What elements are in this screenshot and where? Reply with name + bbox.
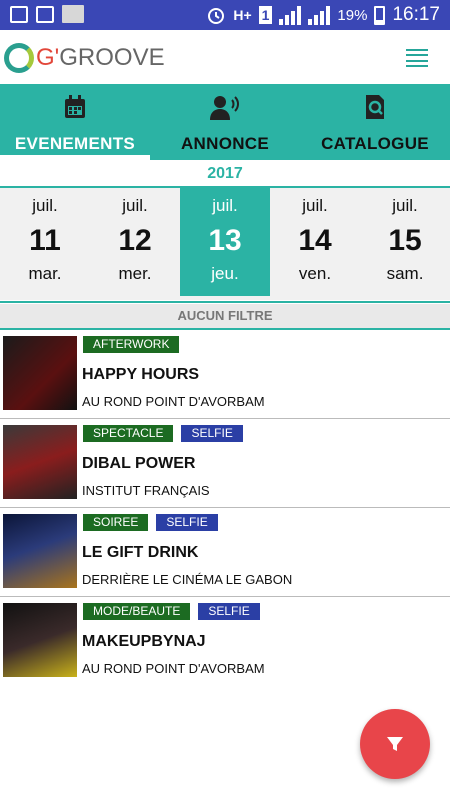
selfie-tag: SELFIE <box>181 425 243 442</box>
tab-annonce[interactable]: ANNONCE <box>150 84 300 160</box>
event-title: LE GIFT DRINK <box>82 544 199 561</box>
event-title: MAKEUPBYNAJ <box>82 633 206 650</box>
date-day: 11 <box>29 224 61 257</box>
event-place: INSTITUT FRANÇAIS <box>82 483 210 498</box>
list-item[interactable]: SPECTACLE SELFIE DIBAL POWER INSTITUT FR… <box>0 419 450 508</box>
date-picker: juil. 11 mar. juil. 12 mer. juil. 13 jeu… <box>0 188 450 300</box>
category-tag: SPECTACLE <box>83 425 174 442</box>
filter-label[interactable]: AUCUN FILTRE <box>0 304 450 328</box>
date-item[interactable]: juil. 11 mar. <box>0 188 90 296</box>
selfie-tag: SELFIE <box>156 514 218 531</box>
date-month: juil. <box>212 196 238 215</box>
active-tab-indicator <box>0 155 150 160</box>
event-place: DERRIÈRE LE CINÉMA LE GABON <box>82 572 293 587</box>
event-place: AU ROND POINT D'AVORBAM <box>82 661 265 676</box>
date-weekday: mer. <box>118 264 152 283</box>
event-place: AU ROND POINT D'AVORBAM <box>82 394 265 409</box>
clock: 16:17 <box>392 4 440 25</box>
mail-notification-icon <box>36 5 54 23</box>
menu-icon[interactable] <box>406 49 428 67</box>
event-thumbnail <box>3 425 77 499</box>
tab-label: ANNONCE <box>180 134 270 153</box>
date-item[interactable]: juil. 14 ven. <box>270 188 360 296</box>
network-type: H+ <box>233 7 252 23</box>
tab-label: CATALOGUE <box>321 134 429 153</box>
date-day: 13 <box>208 224 242 257</box>
date-item[interactable]: juil. 12 mer. <box>90 188 180 296</box>
category-tag: AFTERWORK <box>83 336 180 353</box>
app-logo: G'GROOVE <box>4 42 165 74</box>
news-notification-icon <box>62 5 84 23</box>
date-month: juil. <box>392 196 418 215</box>
divider <box>0 301 450 303</box>
signal-icon <box>279 5 302 25</box>
megaphone-icon <box>210 96 239 120</box>
list-item[interactable]: SOIREE SELFIE LE GIFT DRINK DERRIÈRE LE … <box>0 508 450 597</box>
date-month: juil. <box>122 196 148 215</box>
list-item[interactable]: MODE/BEAUTE SELFIE MAKEUPBYNAJ AU ROND P… <box>0 597 450 680</box>
logo-prefix: G' <box>36 44 60 71</box>
event-title: HAPPY HOURS <box>82 366 200 383</box>
date-day: 12 <box>118 224 152 257</box>
filter-icon <box>387 737 403 751</box>
logo-text: GROOVE <box>59 44 165 71</box>
tab-catalogue[interactable]: CATALOGUE <box>300 84 450 160</box>
calendar-icon <box>65 95 85 118</box>
event-thumbnail <box>3 603 77 677</box>
event-title: DIBAL POWER <box>82 455 196 472</box>
app-bar: G'GROOVE <box>0 30 450 84</box>
list-item[interactable]: AFTERWORK HAPPY HOURS AU ROND POINT D'AV… <box>0 330 450 419</box>
year-label: 2017 <box>207 165 243 182</box>
battery-icon <box>374 5 386 25</box>
date-item[interactable]: juil. 15 sam. <box>360 188 450 296</box>
date-month: juil. <box>302 196 328 215</box>
catalog-search-icon <box>366 95 384 119</box>
event-thumbnail <box>3 336 77 410</box>
signal-icon-2 <box>308 5 331 25</box>
alarm-icon <box>208 8 225 24</box>
category-tag: MODE/BEAUTE <box>83 603 191 620</box>
filter-fab-button[interactable] <box>360 709 430 779</box>
date-weekday: mar. <box>28 264 62 283</box>
category-tag: SOIREE <box>83 514 149 531</box>
tab-label: EVENEMENTS <box>14 134 136 153</box>
tab-evenements[interactable]: EVENEMENTS <box>0 84 150 160</box>
tab-bar: EVENEMENTS ANNONCE CATALOGUE <box>0 84 450 160</box>
date-weekday: jeu. <box>211 264 239 283</box>
date-weekday: sam. <box>386 264 424 283</box>
date-weekday: ven. <box>298 264 332 283</box>
date-day: 15 <box>388 224 422 257</box>
date-item-selected[interactable]: juil. 13 jeu. <box>180 188 270 296</box>
event-thumbnail <box>3 514 77 588</box>
selfie-tag: SELFIE <box>198 603 260 620</box>
gallery-notification-icon <box>10 5 28 23</box>
date-day: 14 <box>298 224 332 257</box>
event-list: AFTERWORK HAPPY HOURS AU ROND POINT D'AV… <box>0 330 450 680</box>
battery-percent: 19% <box>337 6 368 24</box>
status-bar: H+ 1 19% 16:17 <box>0 0 450 30</box>
sim-indicator: 1 <box>258 6 273 24</box>
date-month: juil. <box>32 196 58 215</box>
logo-mark <box>4 43 34 73</box>
